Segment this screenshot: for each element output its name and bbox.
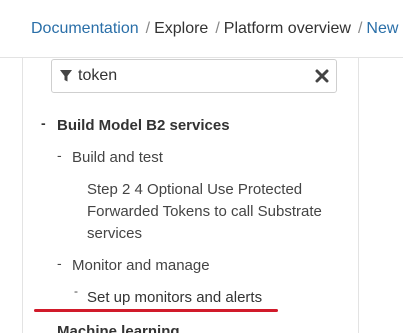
tree-bullet: - xyxy=(57,147,62,163)
tree-section-machine-learning[interactable]: Machine learning xyxy=(57,321,180,333)
tree-bullet: - xyxy=(41,115,46,131)
page: Documentation / Explore / Platform overview /… xyxy=(0,0,403,333)
breadcrumb-separator: / xyxy=(145,20,151,37)
breadcrumb: Documentation / Explore / Platform overview /… xyxy=(0,0,403,58)
tree-section-build-model[interactable]: Build Model B2 services xyxy=(57,115,230,137)
breadcrumb-items: Documentation / Explore / Platform overview /… xyxy=(31,0,398,57)
tree-item-setup-monitors-active[interactable]: Set up monitors and alerts xyxy=(87,287,262,309)
active-item-underline xyxy=(34,309,278,312)
filter-input[interactable]: token xyxy=(51,59,337,93)
breadcrumb-separator: / xyxy=(357,20,363,37)
breadcrumb-separator: / xyxy=(215,20,220,37)
filter-icon xyxy=(60,70,72,82)
breadcrumb-explore[interactable]: Explore xyxy=(154,20,208,37)
tree-item-monitor-and-manage[interactable]: Monitor and manage xyxy=(72,255,210,277)
breadcrumb-platform-overview[interactable]: Platform overview xyxy=(224,20,351,37)
close-icon[interactable] xyxy=(315,69,329,83)
nav-panel: token - Build Model B2 services - Build … xyxy=(22,58,359,333)
tree-bullet: - xyxy=(74,284,78,298)
tree-item-build-and-test[interactable]: Build and test xyxy=(72,147,163,169)
tree-bullet: - xyxy=(57,255,62,271)
breadcrumb-new-link[interactable]: New xyxy=(366,20,398,37)
filter-value[interactable]: token xyxy=(78,67,117,85)
tree-item-step-protected-tokens[interactable]: Step 2 4 Optional Use Protected Forwarde… xyxy=(87,179,347,245)
breadcrumb-documentation-link[interactable]: Documentation xyxy=(31,20,139,37)
